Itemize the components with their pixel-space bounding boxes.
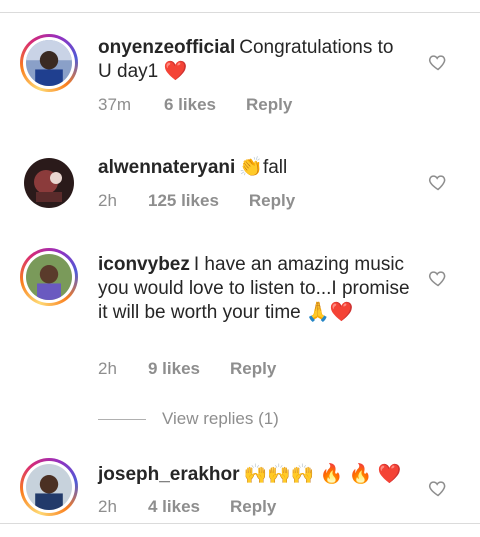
view-replies-button[interactable]: View replies (1) [98,409,279,429]
comment-text: joseph_erakhor 🙌🙌🙌 🔥 🔥 ❤️ [98,463,410,487]
comment-likes[interactable]: 9 likes [148,359,200,379]
reply-button[interactable]: Reply [230,359,276,379]
comment-text: alwennateryani 👏fall [98,156,410,180]
comment-time: 2h [98,359,117,378]
view-replies-line [98,418,146,420]
like-heart-icon[interactable] [428,172,448,192]
reply-button[interactable]: Reply [249,191,295,211]
like-heart-icon[interactable] [428,52,448,72]
comment-likes[interactable]: 6 likes [164,95,216,115]
avatar-image [26,254,72,300]
top-divider [0,12,480,13]
avatar-joseph-erakhor[interactable] [20,458,78,516]
comment-username[interactable]: alwennateryani [98,157,235,178]
comment-likes[interactable]: 125 likes [148,191,219,211]
comment-emoji: ❤️ [163,61,188,82]
avatar-iconvybez[interactable] [20,248,78,306]
comment-text: iconvybez I have an amazing music you wou… [98,253,410,325]
comment-emoji: 🙏❤️ [306,302,354,323]
comment-likes[interactable]: 4 likes [148,497,200,517]
comment-meta: 2h 9 likes Reply [98,359,276,379]
like-heart-icon[interactable] [428,478,448,498]
avatar-image [26,40,72,86]
comment-emoji: 👏 [239,157,263,178]
comment-emoji: 🙌🙌🙌 🔥 🔥 ❤️ [243,464,402,485]
comment-message: fall [262,157,288,178]
comment-username[interactable]: joseph_erakhor [98,464,240,485]
avatar-onyenzeofficial[interactable] [20,34,78,92]
view-replies-label: View replies (1) [162,409,279,428]
comment-meta: 37m 6 likes Reply [98,95,292,115]
comment-time: 37m [98,95,132,114]
avatar-alwennateryani[interactable] [20,154,78,212]
comment-time: 2h [98,191,117,210]
comment-time: 2h [98,497,117,516]
comment-username[interactable]: onyenzeofficial [98,37,235,58]
like-heart-icon[interactable] [428,268,448,288]
avatar-image [26,464,72,510]
avatar-image [24,158,74,208]
comment-meta: 2h 125 likes Reply [98,191,295,211]
comment-text: onyenzeofficial Congratulations to U day1… [98,36,410,84]
reply-button[interactable]: Reply [230,497,276,517]
bottom-divider [0,523,480,524]
comment-meta: 2h 4 likes Reply [98,497,276,517]
comment-username[interactable]: iconvybez [98,254,190,275]
reply-button[interactable]: Reply [246,95,292,115]
